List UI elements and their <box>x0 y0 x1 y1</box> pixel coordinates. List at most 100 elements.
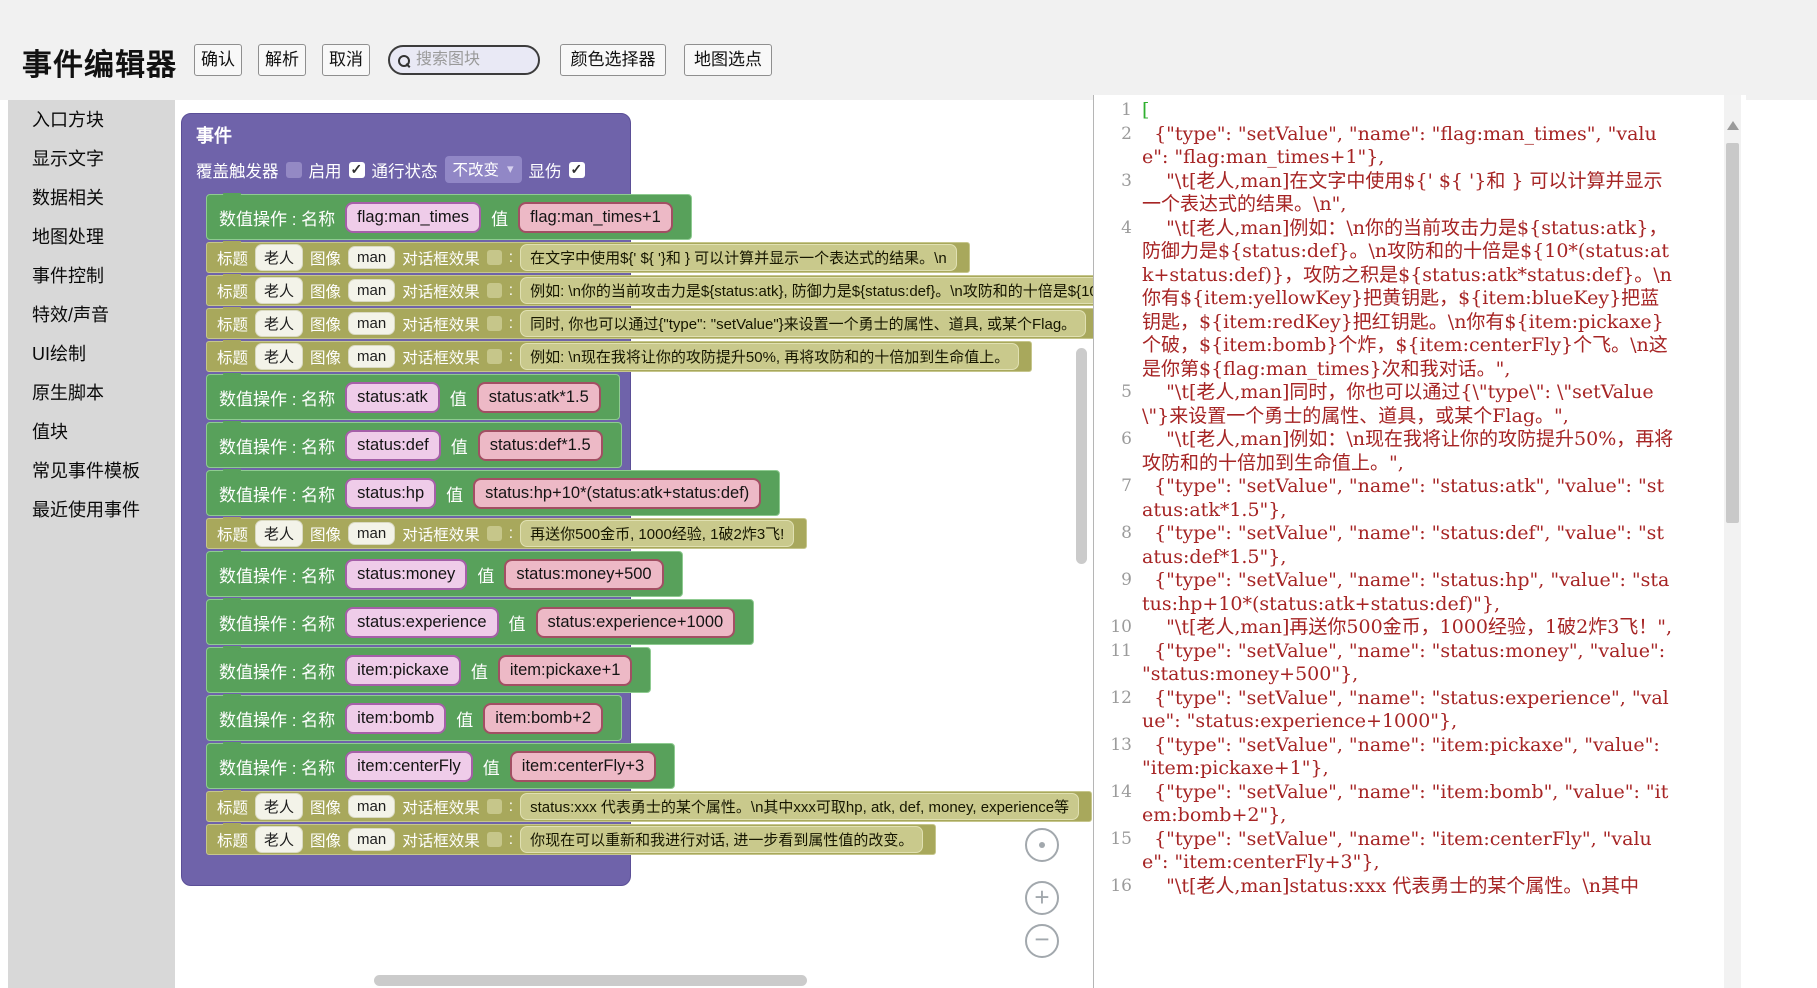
block-row-text[interactable]: 标题老人图像man对话框效果:再送你500金币, 1000经验, 1破2炸3飞! <box>206 518 807 549</box>
sidebar-category-值块[interactable]: 值块 <box>8 412 175 451</box>
setvalue-name-field[interactable]: status:def <box>345 430 441 461</box>
zoom-reset-icon[interactable] <box>1025 828 1059 862</box>
image-field[interactable]: man <box>348 345 395 368</box>
setvalue-name-field[interactable]: item:centerFly <box>345 751 473 782</box>
setvalue-name-field[interactable]: item:bomb <box>345 703 446 734</box>
image-field[interactable]: man <box>348 246 395 269</box>
text-field[interactable]: 例如: \n你的当前攻击力是${status:atk}, 防御力是${statu… <box>520 277 1093 304</box>
enable-checkbox[interactable] <box>349 162 365 178</box>
setvalue-value-field[interactable]: item:bomb+2 <box>483 703 603 734</box>
sidebar-category-入口方块[interactable]: 入口方块 <box>8 100 175 139</box>
text-field[interactable]: status:xxx 代表勇士的某个属性。\n其中xxx可取hp, atk, d… <box>520 793 1079 820</box>
title-field[interactable]: 老人 <box>255 277 303 304</box>
zoom-in-icon[interactable] <box>1025 881 1059 915</box>
code-scrollbar-thumb[interactable] <box>1726 143 1739 523</box>
setvalue-name-field[interactable]: item:pickaxe <box>345 655 461 686</box>
title-field[interactable]: 老人 <box>255 793 303 820</box>
sidebar-category-特效/声音[interactable]: 特效/声音 <box>8 295 175 334</box>
code-scrollbar[interactable] <box>1724 95 1741 988</box>
title-field[interactable]: 老人 <box>255 244 303 271</box>
cancel-button[interactable]: 取消 <box>322 44 370 76</box>
setvalue-value-field[interactable]: status:hp+10*(status:atk+status:def) <box>473 478 761 509</box>
title-field[interactable]: 老人 <box>255 343 303 370</box>
block-row-text[interactable]: 标题老人图像man对话框效果:你现在可以重新和我进行对话, 进一步看到属性值的改… <box>206 824 936 855</box>
block-row-text[interactable]: 标题老人图像man对话框效果:status:xxx 代表勇士的某个属性。\n其中… <box>206 791 1092 822</box>
dialog-effect-checkbox[interactable] <box>487 283 502 298</box>
text-field[interactable]: 同时, 你也可以通过{"type": "setValue"}来设置一个勇士的属性… <box>520 310 1086 337</box>
block-row-setvalue[interactable]: 数值操作 : 名称status:experience值status:experi… <box>206 599 754 645</box>
search-input[interactable] <box>414 50 530 70</box>
setvalue-name-field[interactable]: status:money <box>345 559 467 590</box>
text-field[interactable]: 在文字中使用${' ${ '}和 } 可以计算并显示一个表达式的结果。\n <box>520 244 957 271</box>
block-row-setvalue[interactable]: 数值操作 : 名称item:pickaxe值item:pickaxe+1 <box>206 647 651 693</box>
map-point-button[interactable]: 地图选点 <box>684 44 772 76</box>
setvalue-value-field[interactable]: flag:man_times+1 <box>518 202 673 233</box>
block-row-text[interactable]: 标题老人图像man对话框效果:例如: \n你的当前攻击力是${status:at… <box>206 275 1093 306</box>
text-field[interactable]: 例如: \n现在我将让你的攻防提升50%, 再将攻防和的十倍加到生命值上。 <box>520 343 1019 370</box>
confirm-button[interactable]: 确认 <box>194 44 242 76</box>
sidebar-category-地图处理[interactable]: 地图处理 <box>8 217 175 256</box>
title-field[interactable]: 老人 <box>255 826 303 853</box>
search-box[interactable] <box>388 45 540 75</box>
damage-checkbox[interactable] <box>569 162 585 178</box>
setvalue-name-field[interactable]: flag:man_times <box>345 202 481 233</box>
sidebar-category-数据相关[interactable]: 数据相关 <box>8 178 175 217</box>
sidebar-category-UI绘制[interactable]: UI绘制 <box>8 334 175 373</box>
block-row-setvalue[interactable]: 数值操作 : 名称flag:man_times值flag:man_times+1 <box>206 194 692 240</box>
sidebar-category-事件控制[interactable]: 事件控制 <box>8 256 175 295</box>
sidebar-category-最近使用事件[interactable]: 最近使用事件 <box>8 490 175 529</box>
setvalue-value-field[interactable]: item:centerFly+3 <box>510 751 656 782</box>
image-field[interactable]: man <box>348 522 395 545</box>
block-row-setvalue[interactable]: 数值操作 : 名称status:atk值status:atk*1.5 <box>206 374 620 420</box>
dialog-effect-checkbox[interactable] <box>487 832 502 847</box>
trigger-checkbox[interactable] <box>286 162 302 178</box>
pass-status-dropdown[interactable]: 不改变 <box>445 156 522 183</box>
workspace-horizontal-scrollbar[interactable] <box>374 975 807 986</box>
dialog-effect-checkbox[interactable] <box>487 250 502 265</box>
image-field[interactable]: man <box>348 795 395 818</box>
event-child-blocks: 数值操作 : 名称flag:man_times值flag:man_times+1… <box>206 194 1093 855</box>
image-field[interactable]: man <box>348 279 395 302</box>
dialog-effect-checkbox[interactable] <box>487 526 502 541</box>
block-row-setvalue[interactable]: 数值操作 : 名称item:bomb值item:bomb+2 <box>206 695 622 741</box>
block-row-text[interactable]: 标题老人图像man对话框效果:同时, 你也可以通过{"type": "setVa… <box>206 308 1093 339</box>
setvalue-name-field[interactable]: status:atk <box>345 382 440 413</box>
image-label: 图像 <box>310 247 341 269</box>
text-field[interactable]: 你现在可以重新和我进行对话, 进一步看到属性值的改变。 <box>520 826 923 853</box>
block-row-setvalue[interactable]: 数值操作 : 名称status:hp值status:hp+10*(status:… <box>206 470 780 516</box>
zoom-out-icon[interactable] <box>1025 924 1059 958</box>
workspace-vertical-scrollbar[interactable] <box>1076 348 1087 564</box>
parse-button[interactable]: 解析 <box>258 44 306 76</box>
color-picker-button[interactable]: 颜色选择器 <box>560 44 666 76</box>
setvalue-name-field[interactable]: status:hp <box>345 478 436 509</box>
json-code-editor[interactable]: 1[2 {"type": "setValue", "name": "flag:m… <box>1093 95 1746 988</box>
setvalue-value-field[interactable]: status:money+500 <box>504 559 663 590</box>
sidebar-category-常见事件模板[interactable]: 常见事件模板 <box>8 451 175 490</box>
setvalue-value-field[interactable]: status:def*1.5 <box>478 430 603 461</box>
block-row-setvalue[interactable]: 数值操作 : 名称item:centerFly值item:centerFly+3 <box>206 743 675 789</box>
sidebar-category-显示文字[interactable]: 显示文字 <box>8 139 175 178</box>
code-lines: 1[2 {"type": "setValue", "name": "flag:m… <box>1094 99 1694 898</box>
blockly-workspace[interactable]: 事件 覆盖触发器 启用 通行状态 不改变 显伤 数值操作 : 名称flag:ma… <box>175 100 1093 988</box>
dialog-effect-checkbox[interactable] <box>487 316 502 331</box>
image-field[interactable]: man <box>348 312 395 335</box>
setvalue-value-field[interactable]: status:atk*1.5 <box>477 382 601 413</box>
title-field[interactable]: 老人 <box>255 520 303 547</box>
line-content: {"type": "setValue", "name": "status:exp… <box>1142 687 1674 734</box>
scroll-up-arrow-icon[interactable] <box>1727 121 1739 130</box>
setvalue-value-field[interactable]: status:experience+1000 <box>536 607 736 638</box>
image-field[interactable]: man <box>348 828 395 851</box>
event-container-block[interactable]: 事件 覆盖触发器 启用 通行状态 不改变 显伤 数值操作 : 名称flag:ma… <box>181 113 631 886</box>
setvalue-name-field[interactable]: status:experience <box>345 607 498 638</box>
dialog-effect-checkbox[interactable] <box>487 349 502 364</box>
dialog-effect-label: 对话框效果 <box>402 346 480 368</box>
block-row-setvalue[interactable]: 数值操作 : 名称status:money值status:money+500 <box>206 551 683 597</box>
title-field[interactable]: 老人 <box>255 310 303 337</box>
block-row-text[interactable]: 标题老人图像man对话框效果:例如: \n现在我将让你的攻防提升50%, 再将攻… <box>206 341 1032 372</box>
block-row-text[interactable]: 标题老人图像man对话框效果:在文字中使用${' ${ '}和 } 可以计算并显… <box>206 242 970 273</box>
block-row-setvalue[interactable]: 数值操作 : 名称status:def值status:def*1.5 <box>206 422 622 468</box>
sidebar-category-原生脚本[interactable]: 原生脚本 <box>8 373 175 412</box>
text-field[interactable]: 再送你500金币, 1000经验, 1破2炸3飞! <box>520 520 794 547</box>
setvalue-value-field[interactable]: item:pickaxe+1 <box>498 655 633 686</box>
dialog-effect-checkbox[interactable] <box>487 799 502 814</box>
